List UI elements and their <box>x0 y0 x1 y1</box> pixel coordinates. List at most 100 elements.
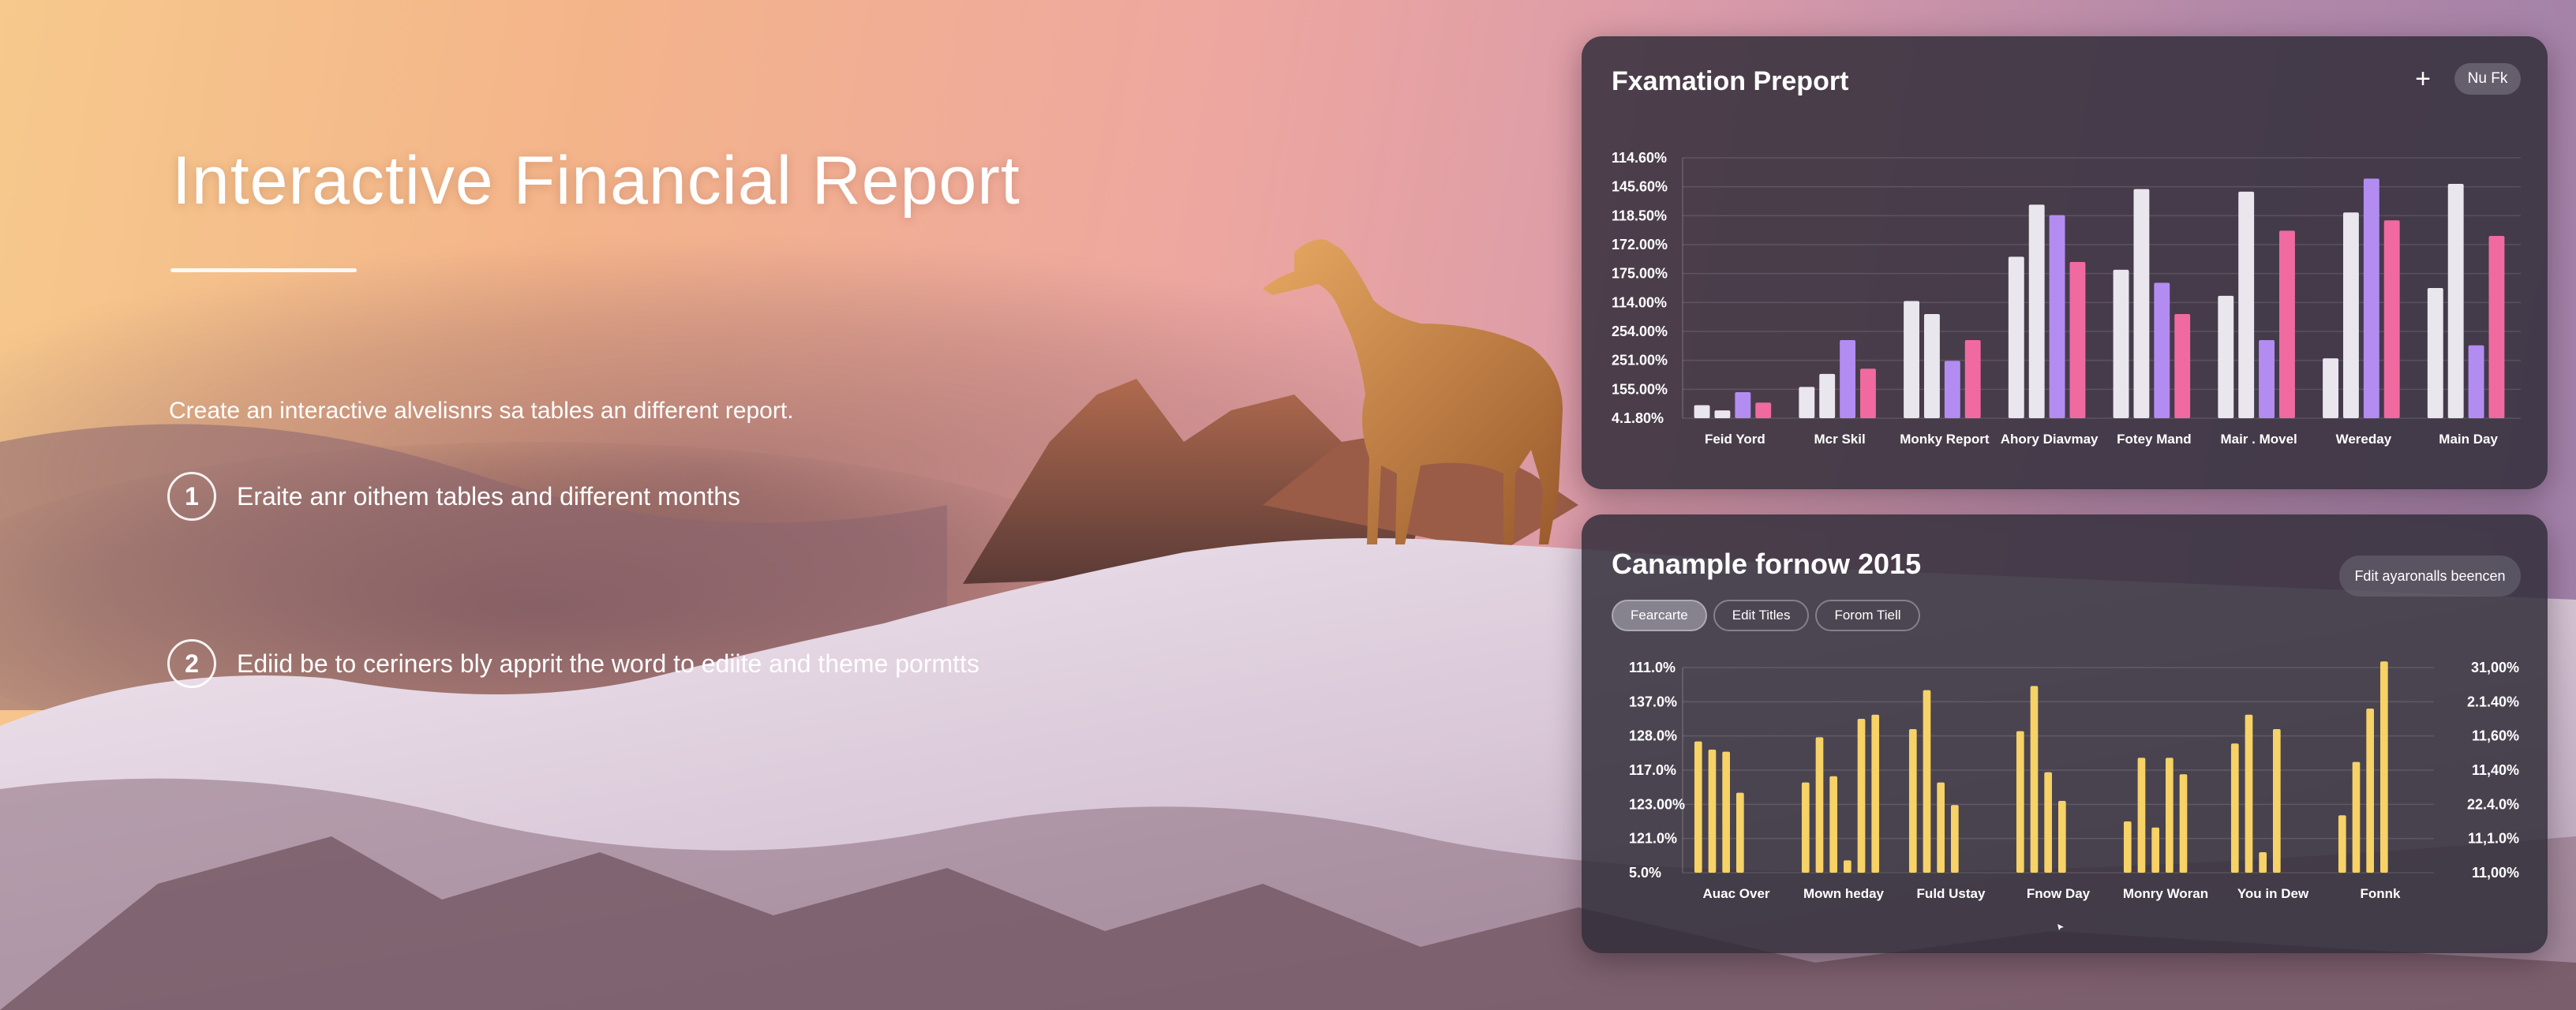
x-tick-label: Monry Woran <box>2123 886 2208 901</box>
chart-bar[interactable] <box>1840 340 1856 418</box>
step-text-2: Ediid be to ceriners bly apprit the word… <box>237 649 979 678</box>
chart-bar[interactable] <box>2488 236 2505 418</box>
chart-bar[interactable] <box>1694 405 1710 419</box>
y-tick-label: 111.0% <box>1629 660 1676 675</box>
chart-bar[interactable] <box>2245 714 2253 873</box>
x-tick-label: Ahory Diavmay <box>2001 432 2099 447</box>
chart-bar[interactable] <box>2113 269 2129 418</box>
chart-bar[interactable] <box>2238 191 2255 418</box>
chart-bar[interactable] <box>1857 719 1866 873</box>
x-tick-label: Mair . Movel <box>2220 432 2297 447</box>
chart-bar[interactable] <box>2338 815 2346 873</box>
chart-bar[interactable] <box>2366 709 2374 873</box>
chart-bar[interactable] <box>2049 215 2065 418</box>
chart-bar[interactable] <box>2179 774 2188 873</box>
chart-bar[interactable] <box>1860 368 1876 418</box>
step-number-2: 2 <box>167 639 216 688</box>
chart-bar[interactable] <box>2383 220 2400 418</box>
title-underline <box>170 268 357 272</box>
x-tick-label: Fnow Day <box>2027 886 2091 901</box>
y-tick-label: 114.60% <box>1612 150 1667 166</box>
chart-bar[interactable] <box>1923 314 1940 418</box>
chart-bar[interactable] <box>2133 189 2150 418</box>
step-item-2: 2 Ediid be to ceriners bly apprit the wo… <box>167 639 979 688</box>
bar-chart-top: 114.60% 145.60% 118.50% 172.00% 175.00% 114.0… <box>1612 150 2521 447</box>
mouse-cursor-icon <box>2057 924 2064 930</box>
step-text-1: Eraite anr oithem tables and different m… <box>237 481 740 511</box>
chart-bar[interactable] <box>1815 737 1824 873</box>
hero-subtitle: Create an interactive alvelisnrs sa tabl… <box>169 398 794 424</box>
y-tick-label: 175.00% <box>1612 266 1668 282</box>
y-tick-label: 172.00% <box>1612 237 1668 252</box>
chart-bar[interactable] <box>2230 743 2239 873</box>
x-tick-label: Auac Over <box>1702 886 1769 901</box>
chart-bar[interactable] <box>1829 776 1837 873</box>
x-tick-label: Wereday <box>2336 432 2392 447</box>
x-tick-label: Monky Report <box>1900 432 1990 447</box>
chart-bar[interactable] <box>1951 805 1959 873</box>
chart-bar[interactable] <box>2058 801 2066 873</box>
chart-bar[interactable] <box>2363 178 2379 418</box>
chart-bar[interactable] <box>1708 750 1717 873</box>
chart-bar[interactable] <box>2008 256 2024 418</box>
chart-bar[interactable] <box>2218 295 2234 418</box>
x-tick-label: Mcr Skil <box>1814 432 1866 447</box>
chart-bar[interactable] <box>2028 204 2045 418</box>
chart-bar[interactable] <box>1714 410 1731 418</box>
chart-bar[interactable] <box>2166 758 2174 873</box>
chart-bar[interactable] <box>2151 827 2159 873</box>
x-tick-label: You in Dew <box>2237 886 2309 901</box>
chart-bar[interactable] <box>1755 402 1772 418</box>
chart-bar[interactable] <box>2044 772 2052 873</box>
chart-bar[interactable] <box>2323 358 2338 418</box>
chart-bar[interactable] <box>2123 821 2132 873</box>
chart-bar[interactable] <box>2279 230 2295 418</box>
chart-bar[interactable] <box>1871 714 1880 873</box>
chart-bar[interactable] <box>1937 782 1945 873</box>
chart-bar[interactable] <box>1722 751 1730 873</box>
y-tick-label: 114.00% <box>1612 294 1667 310</box>
y-tick-label: 137.0% <box>1629 694 1677 709</box>
chart-bar[interactable] <box>1801 782 1810 873</box>
chart-bar[interactable] <box>2342 212 2359 418</box>
chart-bar[interactable] <box>2016 731 2024 873</box>
chart-bar[interactable] <box>1736 792 1744 873</box>
y-tick-label-right: 22.4.0% <box>2467 796 2519 812</box>
y-tick-label-right: 11,60% <box>2472 728 2519 744</box>
chart-bar[interactable] <box>2352 761 2361 873</box>
y-tick-label: 128.0% <box>1629 728 1677 744</box>
y-tick-label: 5.0% <box>1629 865 1661 881</box>
page-title: Interactive Financial Report <box>172 143 1020 219</box>
chart-bar[interactable] <box>2259 340 2275 418</box>
chart-bar[interactable] <box>2380 661 2388 873</box>
chart-bar[interactable] <box>1799 387 1815 418</box>
report-panel-top: Fxamation Preport + Nu Fk 114.60% 145.60%… <box>1582 36 2548 489</box>
chart-bar[interactable] <box>1844 860 1852 873</box>
chart-bar[interactable] <box>1904 301 1919 419</box>
chart-bar[interactable] <box>1694 741 1702 873</box>
y-tick-label: 121.0% <box>1629 831 1677 847</box>
chart-bar[interactable] <box>2468 345 2484 418</box>
y-tick-label: 251.00% <box>1612 353 1668 368</box>
x-tick-label: Fonnk <box>2361 886 2402 901</box>
chart-bar[interactable] <box>2154 282 2170 418</box>
chart-bar[interactable] <box>1735 392 1751 418</box>
chart-bar[interactable] <box>1819 373 1836 418</box>
chart-bar[interactable] <box>2069 262 2086 418</box>
chart-bar[interactable] <box>2030 686 2039 873</box>
y-tick-label-right: 2.1.40% <box>2467 694 2519 709</box>
step-item-1: 1 Eraite anr oithem tables and different… <box>167 472 740 521</box>
chart-bar[interactable] <box>1944 361 1960 418</box>
chart-bar[interactable] <box>2273 729 2281 873</box>
chart-bar[interactable] <box>1923 690 1931 873</box>
x-tick-label: Fuld Ustay <box>1917 886 1986 901</box>
x-tick-label: Main Day <box>2439 432 2498 447</box>
chart-bar[interactable] <box>2137 758 2146 873</box>
chart-bar[interactable] <box>1964 340 1981 418</box>
chart-bar[interactable] <box>2174 314 2191 418</box>
chart-bar[interactable] <box>2259 852 2267 873</box>
chart-bar[interactable] <box>2427 288 2443 418</box>
y-tick-label: 145.60% <box>1612 179 1668 195</box>
chart-bar[interactable] <box>2447 184 2464 418</box>
chart-bar[interactable] <box>1908 729 1917 873</box>
